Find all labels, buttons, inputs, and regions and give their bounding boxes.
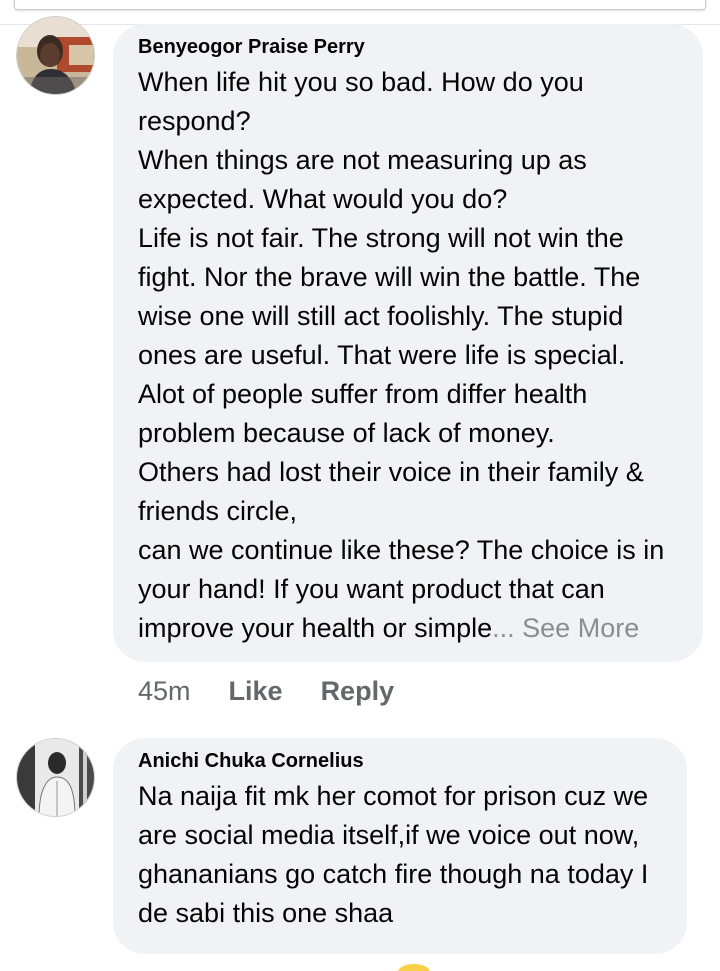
comment-bubble: Benyeogor Praise Perry When life hit you… xyxy=(113,24,703,662)
see-more-link[interactable]: ... See More xyxy=(492,613,639,643)
avatar-photo xyxy=(17,739,94,816)
comment-input-box[interactable] xyxy=(14,0,706,10)
comment-text: Na naija fit mk her comot for prison cuz… xyxy=(138,781,656,928)
comment-timestamp[interactable]: 45m xyxy=(138,676,191,707)
like-button[interactable]: Like xyxy=(229,676,283,707)
comment-text-content: When life hit you so bad. How do you res… xyxy=(138,67,665,643)
avatar[interactable] xyxy=(16,16,95,95)
comment-bubble: Anichi Chuka Cornelius Na naija fit mk h… xyxy=(113,738,687,954)
comment-thread: Benyeogor Praise Perry When life hit you… xyxy=(0,0,720,971)
comment-author[interactable]: Benyeogor Praise Perry xyxy=(138,35,679,59)
comment-actions: 45m Like Reply xyxy=(138,676,432,707)
comment-text: When life hit you so bad. How do you res… xyxy=(138,63,679,648)
avatar-photo xyxy=(17,17,94,94)
comment-author[interactable]: Anichi Chuka Cornelius xyxy=(138,749,663,773)
avatar[interactable] xyxy=(16,738,95,817)
reply-button[interactable]: Reply xyxy=(321,676,395,707)
reaction-emoji-icon xyxy=(398,964,430,971)
